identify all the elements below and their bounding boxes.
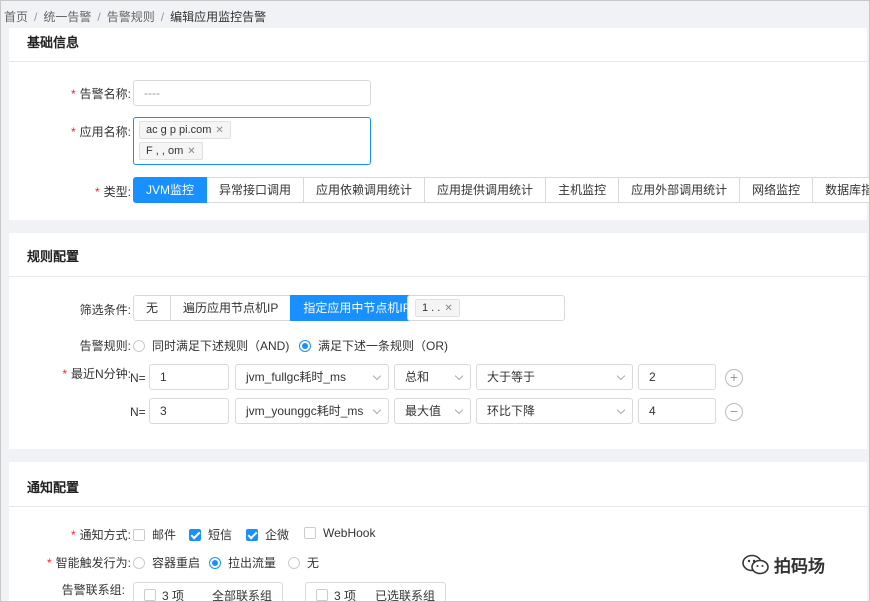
type-database-metrics[interactable]: 数据库指标 <box>812 177 869 203</box>
action-pull-traffic[interactable]: 拉出流量 <box>209 554 276 571</box>
breadcrumb: 首页 / 统一告警 / 告警规则 / 编辑应用监控告警 <box>4 10 267 24</box>
page-frame: 首页 / 统一告警 / 告警规则 / 编辑应用监控告警 基础信息 * 告警名称: ---- *… <box>0 0 870 602</box>
type-external-stats[interactable]: 应用外部调用统计 <box>618 177 741 203</box>
wechat-icon <box>742 554 769 574</box>
chevron-down-icon <box>372 371 382 381</box>
filter-specified-nodes[interactable]: 指定应用中节点机IP <box>290 295 424 321</box>
metric-select[interactable]: jvm_younggc耗时_ms <box>235 398 389 424</box>
breadcrumb-unified-alert[interactable]: 统一告警 <box>43 10 91 24</box>
chevron-down-icon <box>372 405 382 415</box>
smart-action-label: * 智能触发行为: <box>46 556 131 570</box>
n-input[interactable]: 1 <box>149 364 229 390</box>
radio-icon <box>288 556 300 569</box>
app-tag: F , , om ✕ <box>139 142 203 160</box>
n-prefix: N= <box>130 405 146 419</box>
notify-title: 通知配置 <box>27 480 80 495</box>
chevron-down-icon <box>616 371 626 381</box>
checkbox-icon[interactable] <box>144 589 156 601</box>
type-segmented: JVM监控 异常接口调用 应用依赖调用统计 应用提供调用统计 主机监控 应用外部… <box>133 177 869 203</box>
checkbox-checked-icon <box>189 528 201 541</box>
rules-card: 规则配置 筛选条件: 无 遍历应用节点机IP 指定应用中节点机IP 1 . . ✕… <box>9 233 867 449</box>
type-label: * 类型: <box>94 185 131 199</box>
breadcrumb-current: 编辑应用监控告警 <box>170 10 267 24</box>
checkbox-icon <box>304 527 316 539</box>
radio-icon <box>209 556 221 569</box>
method-sms[interactable]: 短信 <box>189 526 232 543</box>
notify-method-label: * 通知方式: <box>70 528 131 542</box>
filter-all-nodes[interactable]: 遍历应用节点机IP <box>170 295 292 321</box>
aggregation-select[interactable]: 最大值 <box>394 398 471 424</box>
notify-card: 通知配置 * 通知方式: 邮件 短信 企微 WebHook * 智能触发行为: 容器… <box>9 462 867 601</box>
metric-select[interactable]: jvm_fullgc耗时_ms <box>235 364 389 390</box>
filter-none[interactable]: 无 <box>133 295 172 321</box>
ip-tag: 1 . . ✕ <box>415 299 460 317</box>
close-icon[interactable]: ✕ <box>215 125 223 136</box>
divider <box>9 61 867 62</box>
checkbox-checked-icon <box>246 528 258 541</box>
aggregation-select[interactable]: 总和 <box>394 364 471 390</box>
recent-minutes-label: * 最近N分钟: <box>62 367 131 381</box>
threshold-input[interactable]: 4 <box>638 398 716 424</box>
chevron-down-icon <box>616 405 626 415</box>
alert-name-label: * 告警名称: <box>70 87 131 101</box>
comparison-select[interactable]: 环比下降 <box>476 398 633 424</box>
contact-group-label: 告警联系组: <box>61 583 125 597</box>
checkbox-icon <box>133 528 145 541</box>
app-tag: ac g p pi.com ✕ <box>139 121 231 139</box>
rules-title: 规则配置 <box>27 249 80 264</box>
remove-rule-icon[interactable]: − <box>725 403 743 421</box>
radio-icon <box>133 556 145 569</box>
method-wecom[interactable]: 企微 <box>246 526 289 543</box>
close-icon[interactable]: ✕ <box>444 303 452 314</box>
breadcrumb-alert-rules[interactable]: 告警规则 <box>107 10 155 24</box>
divider <box>9 506 867 507</box>
n-prefix: N= <box>130 371 146 385</box>
add-rule-icon[interactable]: + <box>725 369 743 387</box>
type-dependency-stats[interactable]: 应用依赖调用统计 <box>303 177 426 203</box>
watermark: 拍码场 <box>742 552 825 577</box>
radio-icon <box>299 339 311 352</box>
chevron-down-icon <box>454 405 464 415</box>
comparison-select[interactable]: 大于等于 <box>476 364 633 390</box>
close-icon[interactable]: ✕ <box>187 146 195 157</box>
app-name-label: * 应用名称: <box>70 125 131 139</box>
threshold-input[interactable]: 2 <box>638 364 716 390</box>
filter-label: 筛选条件: <box>79 303 131 317</box>
method-webhook[interactable]: WebHook <box>304 526 375 540</box>
action-restart[interactable]: 容器重启 <box>133 554 200 571</box>
chevron-down-icon <box>454 371 464 381</box>
filter-segmented: 无 遍历应用节点机IP 指定应用中节点机IP <box>133 295 424 321</box>
radio-icon <box>133 339 145 352</box>
alert-name-input[interactable]: ---- <box>133 80 371 106</box>
type-jvm[interactable]: JVM监控 <box>133 177 208 203</box>
alert-rule-label: 告警规则: <box>79 339 131 353</box>
n-input[interactable]: 3 <box>149 398 229 424</box>
type-network-monitor[interactable]: 网络监控 <box>739 177 814 203</box>
basic-info-card: 基础信息 * 告警名称: ---- * 应用名称: ac g p pi.com ✕ F… <box>9 28 869 220</box>
type-provided-stats[interactable]: 应用提供调用统计 <box>424 177 547 203</box>
type-host-monitor[interactable]: 主机监控 <box>545 177 620 203</box>
method-email[interactable]: 邮件 <box>133 526 176 543</box>
transfer-left-header: 3 项全部联系组 <box>133 582 283 601</box>
transfer-right-header: 3 项已选联系组 <box>305 582 446 601</box>
radio-and[interactable]: 同时满足下述规则（AND) <box>133 337 289 354</box>
checkbox-icon[interactable] <box>316 589 328 601</box>
radio-or[interactable]: 满足下述一条规则（OR) <box>299 337 448 354</box>
breadcrumb-home[interactable]: 首页 <box>4 10 28 24</box>
divider <box>9 276 867 277</box>
action-none[interactable]: 无 <box>288 554 319 571</box>
basic-info-title: 基础信息 <box>27 35 80 50</box>
type-exception-api[interactable]: 异常接口调用 <box>206 177 305 203</box>
